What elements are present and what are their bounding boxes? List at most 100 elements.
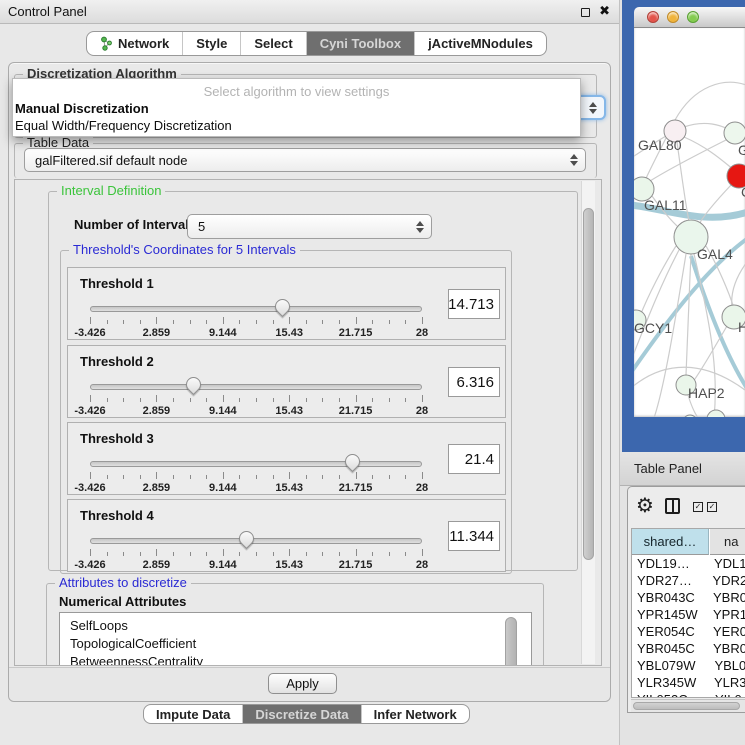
tick-mark: [405, 320, 406, 324]
threshold-value-field[interactable]: 14.713: [448, 289, 500, 319]
combo-arrows-icon: [589, 102, 597, 114]
thresholds-group: Threshold's Coordinates for 5 Intervals …: [60, 250, 512, 574]
table-row[interactable]: YBR045CYBR0: [632, 641, 745, 658]
tick-label: 9.144: [209, 327, 237, 339]
table-row[interactable]: YDR27…YDR2: [632, 573, 745, 590]
tab-impute-data[interactable]: Impute Data: [144, 705, 242, 723]
threshold-value-field[interactable]: 6.316: [448, 367, 500, 397]
tab-select[interactable]: Select: [240, 32, 305, 55]
tick-mark: [256, 552, 257, 556]
tick-mark: [140, 475, 141, 479]
tick-mark: [273, 398, 274, 402]
tab-network[interactable]: Network: [87, 32, 182, 55]
threshold-label: Threshold 2: [80, 354, 154, 369]
tab-jactivemnodules[interactable]: jActiveMNodules: [414, 32, 546, 55]
tick-mark: [389, 552, 390, 556]
slider-track[interactable]: [90, 384, 422, 390]
apply-button[interactable]: Apply: [268, 673, 337, 694]
tab-infer-network[interactable]: Infer Network: [361, 705, 469, 723]
threshold-slider-2[interactable]: -3.4262.8599.14415.4321.71528: [90, 378, 422, 418]
tab-label: Network: [118, 36, 169, 51]
network-canvas[interactable]: GAL80GACGAL11GAL4GCY1HHAP2: [634, 28, 745, 417]
threshold-slider-1[interactable]: -3.4262.8599.14415.4321.71528: [90, 300, 422, 340]
tick-label: 28: [416, 559, 428, 571]
float-window-icon[interactable]: [581, 8, 590, 17]
attribute-list-item[interactable]: SelfLoops: [60, 617, 531, 635]
list-scrollbar[interactable]: [505, 617, 517, 666]
threshold-slider-4[interactable]: -3.4262.8599.14415.4321.71528: [90, 532, 422, 572]
slider-thumb[interactable]: [183, 374, 204, 395]
interval-definition-group-title: Interval Definition: [57, 184, 165, 198]
table-row[interactable]: YPR145WYPR1: [632, 607, 745, 624]
network-node-ga[interactable]: [724, 122, 745, 144]
node-label: H: [738, 319, 745, 335]
network-tab-icon: [100, 36, 113, 51]
tick-label: 9.144: [209, 559, 237, 571]
attribute-list-item[interactable]: BetweennessCentrality: [60, 653, 531, 666]
close-light[interactable]: [647, 11, 659, 23]
tick-label: 2.859: [143, 405, 171, 417]
tick-mark: [256, 475, 257, 479]
tick-mark: [372, 320, 373, 324]
table-row[interactable]: YDL19…YDL1: [632, 556, 745, 573]
zoom-light[interactable]: [687, 11, 699, 23]
slider-track[interactable]: [90, 306, 422, 312]
tick-mark: [405, 552, 406, 556]
threshold-slider-3[interactable]: -3.4262.8599.14415.4321.71528: [90, 455, 422, 495]
tick-mark: [306, 552, 307, 556]
minimize-light[interactable]: [667, 11, 679, 23]
network-node[interactable]: [683, 415, 697, 417]
horizontal-scrollbar-track[interactable]: [631, 699, 745, 712]
numerical-attributes-label: Numerical Attributes: [59, 594, 186, 609]
tick-mark: [256, 320, 257, 324]
tab-style[interactable]: Style: [182, 32, 240, 55]
network-window-titlebar[interactable]: [634, 7, 745, 28]
split-columns-icon[interactable]: [665, 498, 680, 514]
threshold-value-field[interactable]: 11.344: [448, 521, 500, 551]
table-row[interactable]: YER054CYER0: [632, 624, 745, 641]
slider-thumb[interactable]: [272, 296, 293, 317]
numerical-attributes-list[interactable]: SelfLoopsTopologicalCoefficientBetweenne…: [59, 612, 532, 666]
tick-mark: [422, 317, 423, 324]
tick-mark: [223, 549, 224, 556]
tick-label: 15.43: [275, 327, 303, 339]
table-row[interactable]: YBR043CYBR0: [632, 590, 745, 607]
checkbox-icon[interactable]: ✓: [707, 502, 717, 512]
threshold-value-field[interactable]: 21.4: [448, 444, 500, 474]
tick-mark: [190, 320, 191, 324]
horizontal-scrollbar-thumb[interactable]: [633, 702, 740, 710]
slider-track[interactable]: [90, 461, 422, 467]
checkbox-icon[interactable]: ✓: [693, 502, 703, 512]
tab-cyni-toolbox[interactable]: Cyni Toolbox: [306, 32, 414, 55]
tab-label: Impute Data: [156, 707, 230, 722]
dropdown-option-manual-discretization[interactable]: Manual Discretization: [15, 101, 149, 116]
network-node[interactable]: [707, 410, 725, 417]
table-row[interactable]: YLR345WYLR3: [632, 675, 745, 692]
attribute-list-item[interactable]: TopologicalCoefficient: [60, 635, 531, 653]
tab-discretize-data[interactable]: Discretize Data: [242, 705, 360, 723]
column-header-name[interactable]: na: [710, 529, 745, 555]
tick-mark: [140, 552, 141, 556]
scrollbar-thumb[interactable]: [583, 208, 594, 560]
tick-mark: [273, 320, 274, 324]
table-data-combobox[interactable]: galFiltered.sif default node: [24, 148, 586, 172]
tick-mark: [389, 320, 390, 324]
threshold-box-1: Threshold 1-3.4262.8599.14415.4321.71528…: [67, 267, 506, 340]
column-header-shared-name[interactable]: shared…: [632, 529, 709, 555]
close-icon[interactable]: ✖: [599, 4, 610, 19]
number-of-intervals-combobox[interactable]: 5: [187, 214, 432, 239]
tab-label: jActiveMNodules: [428, 36, 533, 51]
tick-mark: [90, 472, 91, 479]
scrollbar-track[interactable]: [581, 181, 595, 664]
tick-mark: [239, 320, 240, 324]
tick-mark: [123, 475, 124, 479]
threshold-label: Threshold 1: [80, 276, 154, 291]
table-row[interactable]: YIL052CYIL0: [632, 692, 745, 697]
slider-track[interactable]: [90, 538, 422, 544]
slider-thumb[interactable]: [236, 528, 257, 549]
gear-icon[interactable]: ⚙: [636, 493, 654, 517]
slider-tick-labels: -3.4262.8599.14415.4321.71528: [90, 559, 422, 571]
table-row[interactable]: YBL079WYBL0: [632, 658, 745, 675]
slider-thumb[interactable]: [342, 451, 363, 472]
dropdown-option-equal-width-frequency[interactable]: Equal Width/Frequency Discretization: [15, 118, 232, 133]
